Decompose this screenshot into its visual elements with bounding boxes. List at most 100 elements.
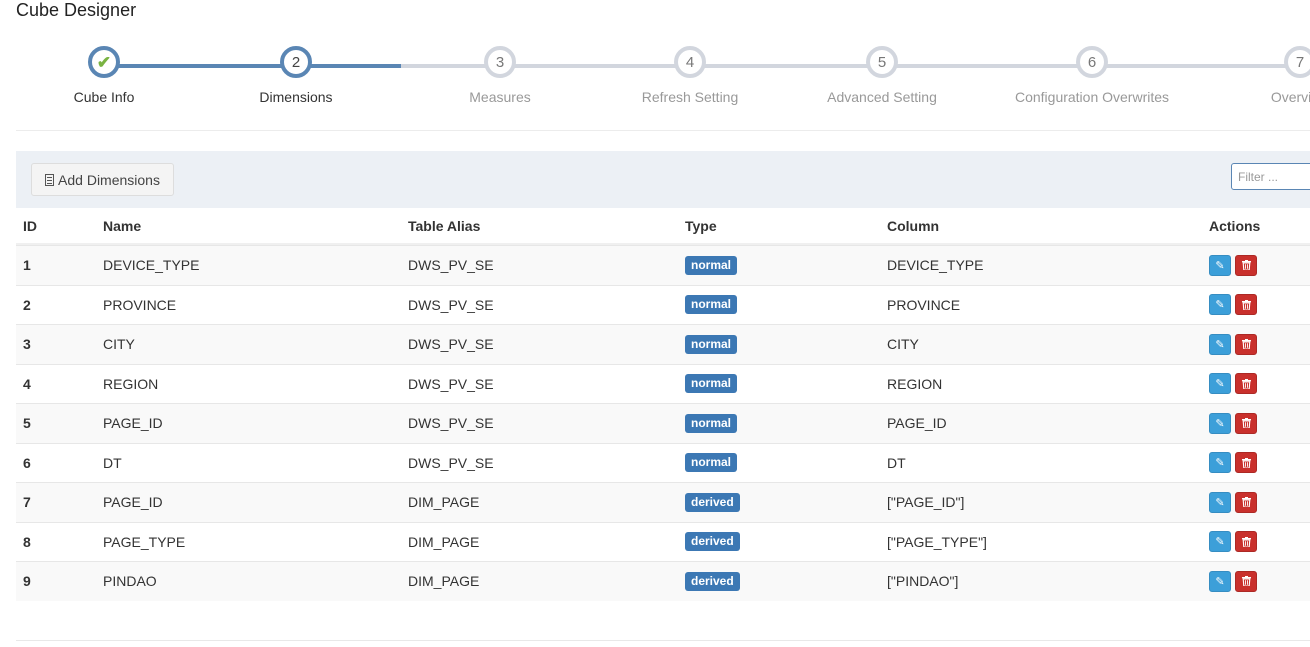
cell-id: 9 xyxy=(23,573,31,590)
cell-name: REGION xyxy=(103,375,159,392)
wizard-step-overview[interactable]: 7 Overview xyxy=(1200,46,1310,105)
wizard-step-circle: ✔ xyxy=(88,46,120,78)
add-dimensions-button[interactable]: Add Dimensions xyxy=(31,163,174,196)
cell-table-alias: DWS_PV_SE xyxy=(408,415,494,432)
cell-type: normal xyxy=(685,413,887,433)
table-body: 1 DEVICE_TYPE DWS_PV_SE normal DEVICE_TYPE ✎ 2… xyxy=(16,245,1310,601)
delete-button[interactable] xyxy=(1235,452,1257,474)
cell-table-alias: DWS_PV_SE xyxy=(408,375,494,392)
divider xyxy=(16,640,1310,641)
wizard-step-label: Refresh Setting xyxy=(641,89,739,105)
header-table-alias[interactable]: Table Alias xyxy=(408,218,685,234)
wizard-step-advanced-setting[interactable]: 5 Advanced Setting xyxy=(782,46,982,105)
divider xyxy=(16,130,1310,131)
type-badge: normal xyxy=(685,255,738,275)
delete-button[interactable] xyxy=(1235,531,1257,553)
cell-actions: ✎ xyxy=(1209,570,1309,592)
edit-button[interactable]: ✎ xyxy=(1209,531,1231,553)
wizard-step-label: Measures xyxy=(469,89,531,105)
cell-column: ["PINDAO"] xyxy=(887,573,959,590)
cell-id: 1 xyxy=(23,257,31,274)
filter-input[interactable] xyxy=(1231,163,1310,190)
trash-icon xyxy=(1241,497,1251,508)
delete-button[interactable] xyxy=(1235,333,1257,355)
delete-button[interactable] xyxy=(1235,570,1257,592)
wizard-step-circle: 6 xyxy=(1076,46,1108,78)
cell-table-alias: DWS_PV_SE xyxy=(408,296,494,313)
header-id[interactable]: ID xyxy=(16,218,103,234)
edit-button[interactable]: ✎ xyxy=(1209,294,1231,316)
table-row: 1 DEVICE_TYPE DWS_PV_SE normal DEVICE_TYPE ✎ xyxy=(16,245,1310,285)
cell-name: PINDAO xyxy=(103,573,157,590)
wizard-step-measures[interactable]: 3 Measures xyxy=(400,46,600,105)
cell-table-alias: DWS_PV_SE xyxy=(408,336,494,353)
type-badge: normal xyxy=(685,374,738,394)
pencil-icon: ✎ xyxy=(1215,417,1225,430)
cell-name: PAGE_TYPE xyxy=(103,533,186,550)
document-icon xyxy=(45,173,55,186)
delete-button[interactable] xyxy=(1235,373,1257,395)
pencil-icon: ✎ xyxy=(1215,259,1225,272)
cell-actions: ✎ xyxy=(1209,412,1309,434)
header-type[interactable]: Type xyxy=(685,218,887,234)
cell-id: 8 xyxy=(23,533,31,550)
edit-button[interactable]: ✎ xyxy=(1209,373,1231,395)
pencil-icon: ✎ xyxy=(1215,338,1225,351)
table-row: 4 REGION DWS_PV_SE normal REGION ✎ xyxy=(16,363,1310,404)
cell-type: derived xyxy=(685,571,887,591)
type-badge: derived xyxy=(685,532,740,552)
cell-table-alias: DIM_PAGE xyxy=(408,533,480,550)
cell-id: 3 xyxy=(23,336,31,353)
delete-button[interactable] xyxy=(1235,294,1257,316)
header-column[interactable]: Column xyxy=(887,218,1209,234)
trash-icon xyxy=(1241,536,1251,547)
wizard-step-dimensions[interactable]: 2 Dimensions xyxy=(196,46,396,105)
pencil-icon: ✎ xyxy=(1215,457,1225,470)
table-row: 3 CITY DWS_PV_SE normal CITY ✎ xyxy=(16,324,1310,364)
edit-button[interactable]: ✎ xyxy=(1209,254,1231,276)
table-row: 9 PINDAO DIM_PAGE derived ["PINDAO"] ✎ xyxy=(16,561,1310,601)
cell-column: DEVICE_TYPE xyxy=(887,257,984,274)
edit-button[interactable]: ✎ xyxy=(1209,452,1231,474)
cell-id: 2 xyxy=(23,296,31,313)
cell-table-alias: DIM_PAGE xyxy=(408,494,480,511)
cell-column: ["PAGE_TYPE"] xyxy=(887,533,987,550)
pencil-icon: ✎ xyxy=(1215,299,1225,312)
cell-column: PAGE_ID xyxy=(887,415,947,432)
header-name[interactable]: Name xyxy=(103,218,408,234)
wizard-step-circle: 2 xyxy=(280,46,312,78)
trash-icon xyxy=(1241,576,1251,587)
delete-button[interactable] xyxy=(1235,491,1257,513)
cell-type: normal xyxy=(685,453,887,473)
wizard-step-label: Advanced Setting xyxy=(827,89,937,105)
delete-button[interactable] xyxy=(1235,254,1257,276)
trash-icon xyxy=(1241,339,1251,350)
wizard-step-label: Overview xyxy=(1270,89,1310,105)
wizard-step-refresh-setting[interactable]: 4 Refresh Setting xyxy=(590,46,790,105)
type-badge: normal xyxy=(685,334,738,354)
cell-id: 6 xyxy=(23,454,31,471)
edit-button[interactable]: ✎ xyxy=(1209,570,1231,592)
table-row: 2 PROVINCE DWS_PV_SE normal PROVINCE ✎ xyxy=(16,284,1310,325)
table-row: 8 PAGE_TYPE DIM_PAGE derived ["PAGE_TYPE"] ✎ xyxy=(16,521,1310,562)
cell-name: PAGE_ID xyxy=(103,415,163,432)
cell-type: normal xyxy=(685,334,887,354)
cell-table-alias: DWS_PV_SE xyxy=(408,454,494,471)
cell-column: CITY xyxy=(887,336,919,353)
cell-actions: ✎ xyxy=(1209,531,1309,553)
wizard-step-cube-info[interactable]: ✔ Cube Info xyxy=(4,46,204,105)
edit-button[interactable]: ✎ xyxy=(1209,412,1231,434)
dimensions-table: ID Name Table Alias Type Column Actions … xyxy=(16,208,1310,601)
pencil-icon: ✎ xyxy=(1215,496,1225,509)
delete-button[interactable] xyxy=(1235,412,1257,434)
wizard-step-configuration-overwrites[interactable]: 6 Configuration Overwrites xyxy=(992,46,1192,105)
edit-button[interactable]: ✎ xyxy=(1209,491,1231,513)
cell-column: ["PAGE_ID"] xyxy=(887,494,965,511)
cell-column: DT xyxy=(887,454,906,471)
table-header: ID Name Table Alias Type Column Actions xyxy=(16,208,1310,245)
check-icon: ✔ xyxy=(96,52,112,72)
type-badge: derived xyxy=(685,492,740,512)
edit-button[interactable]: ✎ xyxy=(1209,333,1231,355)
cell-actions: ✎ xyxy=(1209,373,1309,395)
cell-name: PAGE_ID xyxy=(103,494,163,511)
